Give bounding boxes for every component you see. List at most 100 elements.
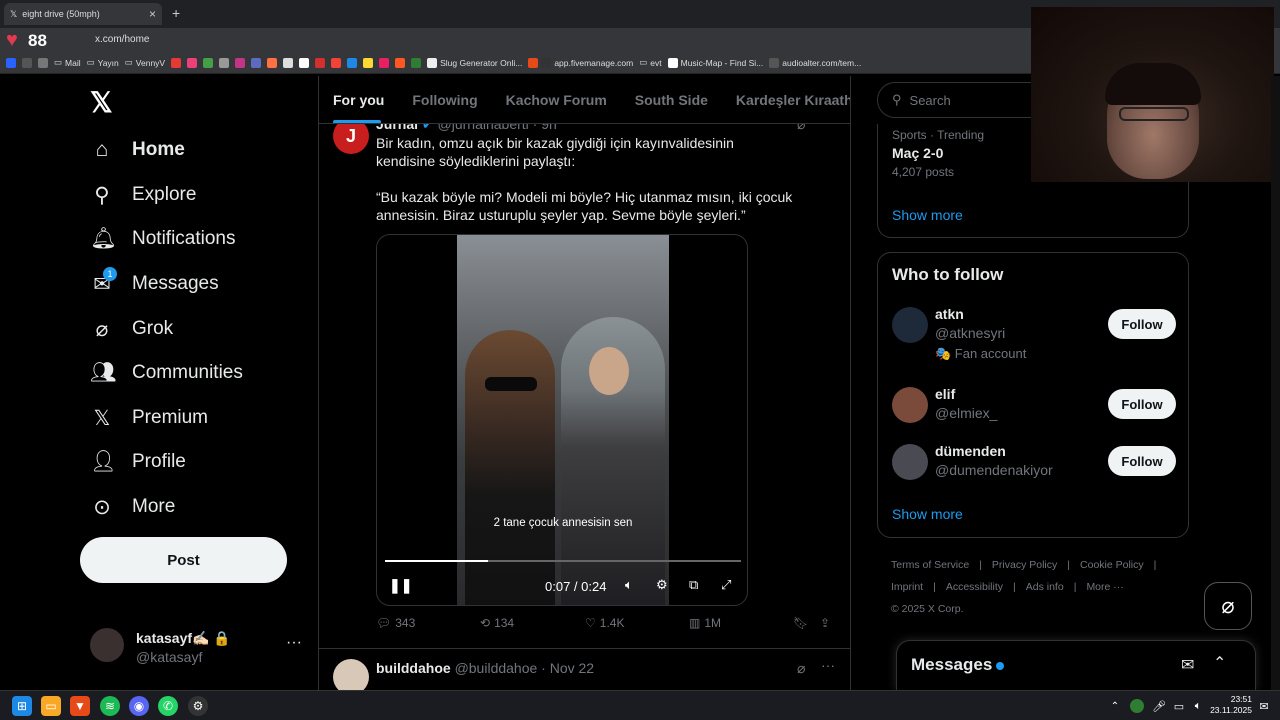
messages-drawer[interactable]: Messages ✉ ⌃ xyxy=(896,640,1256,690)
bookmark-musicmap[interactable]: Music-Map - Find Si... xyxy=(667,57,763,68)
bookmark-audioalter[interactable]: audioalter.com/tem... xyxy=(769,57,861,68)
follow-button[interactable]: Follow xyxy=(1108,446,1176,476)
share-button[interactable]: ⇪ xyxy=(820,616,830,630)
ads-info-link[interactable]: Ads info xyxy=(1026,581,1064,593)
cookie-link[interactable]: Cookie Policy xyxy=(1080,559,1144,571)
url-text[interactable]: x.com/home xyxy=(95,34,149,45)
repost-button[interactable]: ⟲ 134 xyxy=(480,616,514,630)
bookmark-icon[interactable] xyxy=(267,57,278,68)
fullscreen-icon[interactable]: ⤢ xyxy=(721,577,731,593)
bookmark-icon[interactable] xyxy=(347,57,358,68)
bookmark-icon[interactable] xyxy=(6,57,16,68)
follow-button[interactable]: Follow xyxy=(1108,389,1176,419)
like-button[interactable]: ♡ 1.4K xyxy=(585,616,624,630)
tab-kardesler[interactable]: Kardeşler Kıraathanesi xyxy=(736,76,850,123)
new-message-icon[interactable]: ✉ xyxy=(1181,655,1194,675)
follow-suggestion[interactable]: elif @elmiex_ Follow xyxy=(892,386,1176,443)
accessibility-link[interactable]: Accessibility xyxy=(946,581,1003,593)
nav-explore[interactable]: ⚲ Explore xyxy=(90,175,196,215)
bookmark-icon[interactable] xyxy=(315,57,326,68)
browser-tab[interactable]: 𝕏 eight drive (50mph) × xyxy=(4,3,162,25)
bookmark-icon[interactable] xyxy=(187,57,198,68)
show-more-link[interactable]: Show more xyxy=(892,506,963,522)
follow-suggestion[interactable]: dümenden @dumendenakiyor Follow xyxy=(892,443,1176,500)
whatsapp-icon[interactable]: ✆ xyxy=(158,696,178,716)
nav-profile[interactable]: 👤︎ Profile xyxy=(90,442,186,482)
more-dots-icon[interactable]: ··· xyxy=(821,657,835,673)
bookmark-evt[interactable]: ▭ evt xyxy=(639,57,661,68)
expand-icon[interactable]: ⌃ xyxy=(1213,653,1226,673)
network-icon[interactable]: ▭ xyxy=(1171,696,1187,716)
nav-home[interactable]: ⌂ Home xyxy=(90,130,185,170)
tweet[interactable]: builddahoe @builddahoe · Nov 22 ⌀ ··· xyxy=(319,648,850,690)
tweet-author[interactable]: builddahoe xyxy=(376,660,451,676)
account-switcher[interactable]: katasayf✍🏻 🔒 @katasayf ··· xyxy=(90,624,310,672)
spotify-icon[interactable]: ≋ xyxy=(100,696,120,716)
more-dots-icon[interactable]: ··· xyxy=(286,634,302,652)
bookmark-icon[interactable] xyxy=(395,57,406,68)
tab-following[interactable]: Following xyxy=(412,76,477,123)
trend-title[interactable]: Maç 2-0 xyxy=(892,145,943,161)
grok-floating-button[interactable]: ⌀ xyxy=(1204,582,1252,630)
nav-communities[interactable]: 👥︎ Communities xyxy=(90,353,243,393)
bookmark-icon[interactable] xyxy=(411,57,422,68)
follow-button[interactable]: Follow xyxy=(1108,309,1176,339)
bookmark-icon[interactable] xyxy=(171,57,182,68)
bookmark-icon[interactable] xyxy=(251,57,262,68)
follow-suggestion[interactable]: atkn @atknesyri 🎭 Fan account Follow xyxy=(892,306,1176,363)
tab-south-side[interactable]: South Side xyxy=(635,76,708,123)
file-explorer-icon[interactable]: ▭ xyxy=(41,696,61,716)
bookmark-icon[interactable] xyxy=(22,57,32,68)
new-tab-button[interactable]: + xyxy=(172,5,180,21)
nav-more[interactable]: ⊙ More xyxy=(90,487,175,527)
tray-app-icon[interactable] xyxy=(1130,699,1144,713)
privacy-link[interactable]: Privacy Policy xyxy=(992,559,1057,571)
bookmark-icon[interactable] xyxy=(283,57,294,68)
bookmark-mail[interactable]: ▭ Mail xyxy=(54,57,81,68)
scrollbar[interactable] xyxy=(1271,76,1280,690)
system-clock[interactable]: 23:51 23.11.2025 xyxy=(1210,694,1252,716)
post-button[interactable]: Post xyxy=(80,537,287,583)
grok-icon[interactable]: ⌀ xyxy=(797,660,805,677)
discord-icon[interactable]: ◉ xyxy=(129,696,149,716)
notification-icon[interactable]: ✉ xyxy=(1256,696,1272,716)
bookmark-slug[interactable]: Slug Generator Onli... xyxy=(427,57,522,68)
tweet-handle[interactable]: @builddahoe · Nov 22 xyxy=(455,660,595,676)
video-progress-bar[interactable] xyxy=(385,560,741,562)
microphone-icon[interactable]: 🎤︎ xyxy=(1151,696,1167,716)
bookmark-icon[interactable] xyxy=(38,57,48,68)
bookmark-icon[interactable] xyxy=(235,57,246,68)
reply-button[interactable]: 💬︎ 343 xyxy=(376,616,415,630)
nav-messages[interactable]: ✉ 1 Messages xyxy=(90,264,219,304)
brave-browser-icon[interactable]: ▼ xyxy=(70,696,90,716)
video-player[interactable]: 2 tane çocuk annesisin sen ❚❚ 0:07 / 0:2… xyxy=(376,234,748,606)
bookmark-icon[interactable] xyxy=(363,57,374,68)
windows-start-icon[interactable]: ⊞ xyxy=(12,696,32,716)
volume-icon[interactable]: 🔈︎ xyxy=(625,577,633,593)
bookmark-icon[interactable] xyxy=(379,57,390,68)
views-button[interactable]: ▥ 1M xyxy=(689,616,721,630)
more-link[interactable]: More ··· xyxy=(1086,581,1123,593)
bookmark-icon[interactable] xyxy=(331,57,342,68)
nav-notifications[interactable]: 🔔︎ Notifications xyxy=(90,219,236,259)
bookmark-yayin[interactable]: ▭ Yayın xyxy=(87,57,119,68)
bookmark-icon[interactable] xyxy=(299,57,310,68)
nav-grok[interactable]: ⌀ Grok xyxy=(90,309,174,349)
settings-gear-icon[interactable]: ⚙ xyxy=(656,577,668,593)
bookmark-vennyv[interactable]: ▭ VennyV xyxy=(125,57,165,68)
bookmark-icon[interactable] xyxy=(203,57,214,68)
avatar[interactable] xyxy=(333,659,369,690)
steam-icon[interactable]: ⚙ xyxy=(188,696,208,716)
show-more-link[interactable]: Show more xyxy=(892,207,963,223)
pause-icon[interactable]: ❚❚ xyxy=(389,577,412,594)
x-logo-icon[interactable]: 𝕏 xyxy=(90,86,113,119)
close-tab-icon[interactable]: × xyxy=(149,7,156,21)
bookmark-button[interactable]: 🔖︎ xyxy=(793,616,808,630)
tab-kachow-forum[interactable]: Kachow Forum xyxy=(506,76,607,123)
bookmark-icon[interactable] xyxy=(219,57,230,68)
picture-in-picture-icon[interactable]: ⧉ xyxy=(689,577,698,593)
nav-premium[interactable]: 𝕏 Premium xyxy=(90,398,208,438)
imprint-link[interactable]: Imprint xyxy=(891,581,923,593)
tray-expand-icon[interactable]: ⌃ xyxy=(1107,696,1123,716)
bookmark-fivemanage[interactable]: app.fivemanage.com xyxy=(528,57,633,68)
